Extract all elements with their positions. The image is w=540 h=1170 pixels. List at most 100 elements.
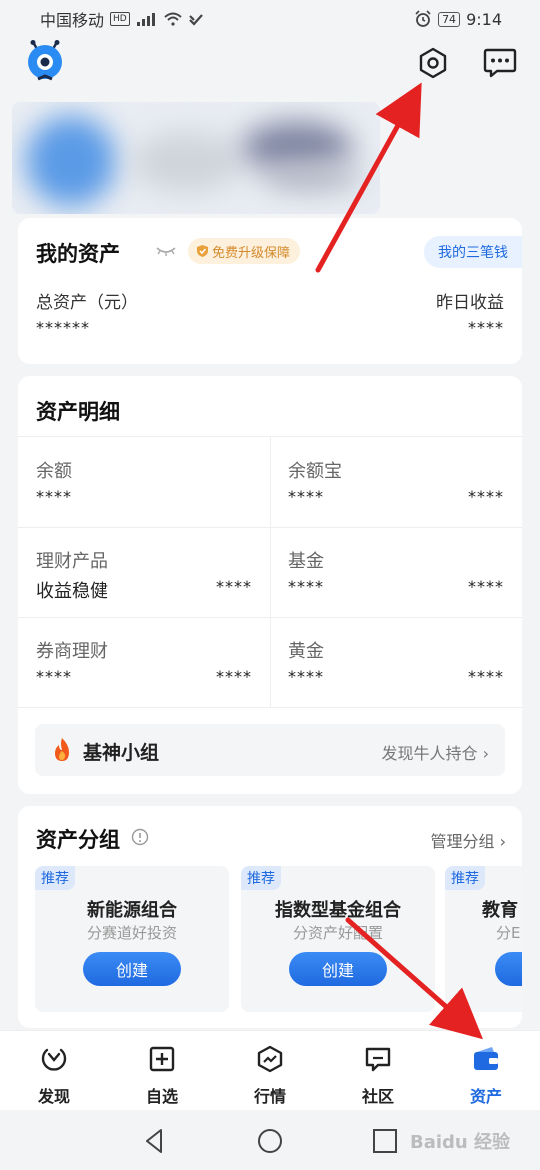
badge-label: 免费升级保障 — [212, 245, 291, 261]
cell-value: **** — [288, 667, 324, 686]
top-bar — [0, 38, 540, 88]
signal-icon — [136, 13, 155, 26]
asset-cell-yuebao[interactable]: 余额宝 **** **** — [270, 437, 522, 527]
yesterday-income-label: 昨日收益 — [436, 293, 504, 313]
group-card-desc: 分赛道好投资 — [86, 924, 177, 942]
asset-cell-broker[interactable]: 券商理财 **** **** — [18, 617, 270, 707]
cell-value: **** — [288, 577, 324, 596]
create-button[interactable] — [495, 952, 522, 986]
tab-watchlist[interactable]: 自选 — [108, 1031, 216, 1111]
tab-label: 资产 — [469, 1087, 502, 1106]
group-name: 基神小组 — [83, 742, 160, 764]
link-icon — [188, 14, 203, 26]
chat-bubble-icon — [483, 48, 517, 78]
group-card-name: 教育 — [482, 900, 518, 921]
create-button[interactable]: 创建 — [83, 952, 181, 986]
cell-value: **** — [288, 487, 324, 506]
tab-label: 社区 — [361, 1087, 394, 1106]
clock-text: 9:14 — [466, 9, 502, 29]
manage-groups-link[interactable]: 管理分组 › — [430, 828, 506, 852]
group-card[interactable]: 推荐 教育 分E — [445, 866, 522, 1012]
upgrade-badge[interactable]: 免费升级保障 — [188, 238, 301, 264]
tab-discover[interactable]: 发现 — [0, 1031, 108, 1111]
divider — [18, 707, 522, 708]
cell-value: **** — [36, 667, 72, 686]
tab-label: 自选 — [145, 1087, 178, 1106]
discover-icon — [41, 1048, 67, 1071]
trend-hexagon-icon — [257, 1045, 283, 1073]
home-icon[interactable] — [255, 1126, 285, 1156]
tab-label: 发现 — [37, 1087, 70, 1106]
wifi-icon — [164, 12, 182, 26]
alarm-icon — [415, 10, 431, 27]
cell-value-right: **** — [468, 577, 504, 596]
recents-icon[interactable] — [370, 1126, 400, 1156]
group-card-name: 新能源组合 — [87, 900, 177, 921]
back-icon[interactable] — [140, 1126, 170, 1156]
message-button[interactable] — [481, 44, 519, 82]
cell-sub-label: 收益稳健 — [36, 581, 108, 602]
wallet-icon — [474, 1047, 498, 1070]
add-square-icon — [149, 1046, 175, 1072]
system-nav-bar: Baidu 经验 — [0, 1110, 540, 1170]
cell-label: 余额 — [36, 461, 72, 482]
info-icon[interactable] — [131, 828, 149, 846]
detail-title: 资产明细 — [36, 400, 120, 424]
carrier-text: 中国移动 — [40, 11, 105, 30]
hidden-eye-icon[interactable] — [156, 246, 176, 258]
recommend-tag: 推荐 — [241, 866, 281, 890]
tab-label: 行情 — [253, 1087, 286, 1106]
cell-value-right: **** — [468, 487, 504, 506]
assets-title: 我的资产 — [36, 242, 120, 266]
chevron-right-icon: › — [499, 832, 506, 851]
app-logo-icon — [28, 40, 62, 81]
group-card-name: 指数型基金组合 — [275, 900, 401, 921]
cell-label: 黄金 — [288, 641, 324, 662]
group-link-label: 发现牛人持仓 — [381, 744, 478, 763]
group-link[interactable]: 发现牛人持仓 › — [381, 740, 489, 764]
cell-label: 券商理财 — [36, 641, 108, 662]
yesterday-income-value: **** — [468, 318, 504, 337]
asset-detail-card: 资产明细 余额 **** 余额宝 **** **** 理财产品 收益稳健 ***… — [18, 376, 522, 794]
tab-market[interactable]: 行情 — [216, 1031, 324, 1111]
cell-label: 余额宝 — [288, 461, 342, 482]
recommend-tag: 推荐 — [35, 866, 75, 890]
asset-cell-gold[interactable]: 黄金 **** **** — [270, 617, 522, 707]
group-card[interactable]: 推荐 新能源组合 分赛道好投资 创建 — [35, 866, 229, 1012]
asset-grid: 余额 **** 余额宝 **** **** 理财产品 收益稳健 **** 基金 … — [18, 436, 522, 708]
chevron-right-icon: › — [482, 744, 489, 763]
group-card[interactable]: 推荐 指数型基金组合 分资产好配置 创建 — [241, 866, 435, 1012]
three-money-button[interactable]: 我的三笔钱 — [424, 236, 522, 268]
asset-groups-card: 资产分组 管理分组 › 推荐 新能源组合 分赛道好投资 创建 推荐 指数型基金组… — [18, 806, 522, 1028]
group-card-desc: 分资产好配置 — [292, 924, 383, 942]
settings-button[interactable] — [414, 44, 452, 82]
create-button[interactable]: 创建 — [289, 952, 387, 986]
asset-cell-fund[interactable]: 基金 **** **** — [270, 527, 522, 617]
hexagon-settings-icon — [419, 47, 447, 79]
asset-cell-balance[interactable]: 余额 **** — [18, 437, 270, 527]
status-bar: 中国移动 HD 74 9:14 — [0, 0, 540, 38]
my-assets-card: 我的资产 免费升级保障 我的三笔钱 总资产（元） ****** 昨日收益 ***… — [18, 218, 522, 364]
tab-community[interactable]: 社区 — [324, 1031, 432, 1111]
total-assets-label: 总资产（元） — [36, 293, 138, 313]
cell-value-right: **** — [468, 667, 504, 686]
cell-label: 基金 — [288, 551, 324, 572]
group-card-desc: 分E — [496, 924, 521, 942]
profile-blurred[interactable] — [12, 102, 380, 214]
hd-icon: HD — [110, 12, 130, 26]
bottom-tab-bar: 发现 自选 行情 社区 资产 — [0, 1030, 540, 1110]
asset-cell-wealth[interactable]: 理财产品 收益稳健 **** — [18, 527, 270, 617]
fund-group-bar[interactable]: 基神小组 发现牛人持仓 › — [35, 724, 505, 776]
cell-label: 理财产品 — [36, 551, 108, 572]
recommend-tag: 推荐 — [445, 866, 485, 890]
cell-value-right: **** — [216, 667, 252, 686]
shield-icon — [197, 245, 208, 257]
cell-value-right: **** — [216, 577, 252, 596]
manage-label: 管理分组 — [430, 832, 495, 851]
groups-title: 资产分组 — [36, 828, 120, 852]
flame-icon — [55, 738, 69, 761]
tab-assets[interactable]: 资产 — [432, 1031, 540, 1111]
watermark-text: Baidu 经验 — [409, 1132, 510, 1153]
total-assets-value: ****** — [36, 318, 90, 337]
chat-icon — [365, 1047, 391, 1072]
